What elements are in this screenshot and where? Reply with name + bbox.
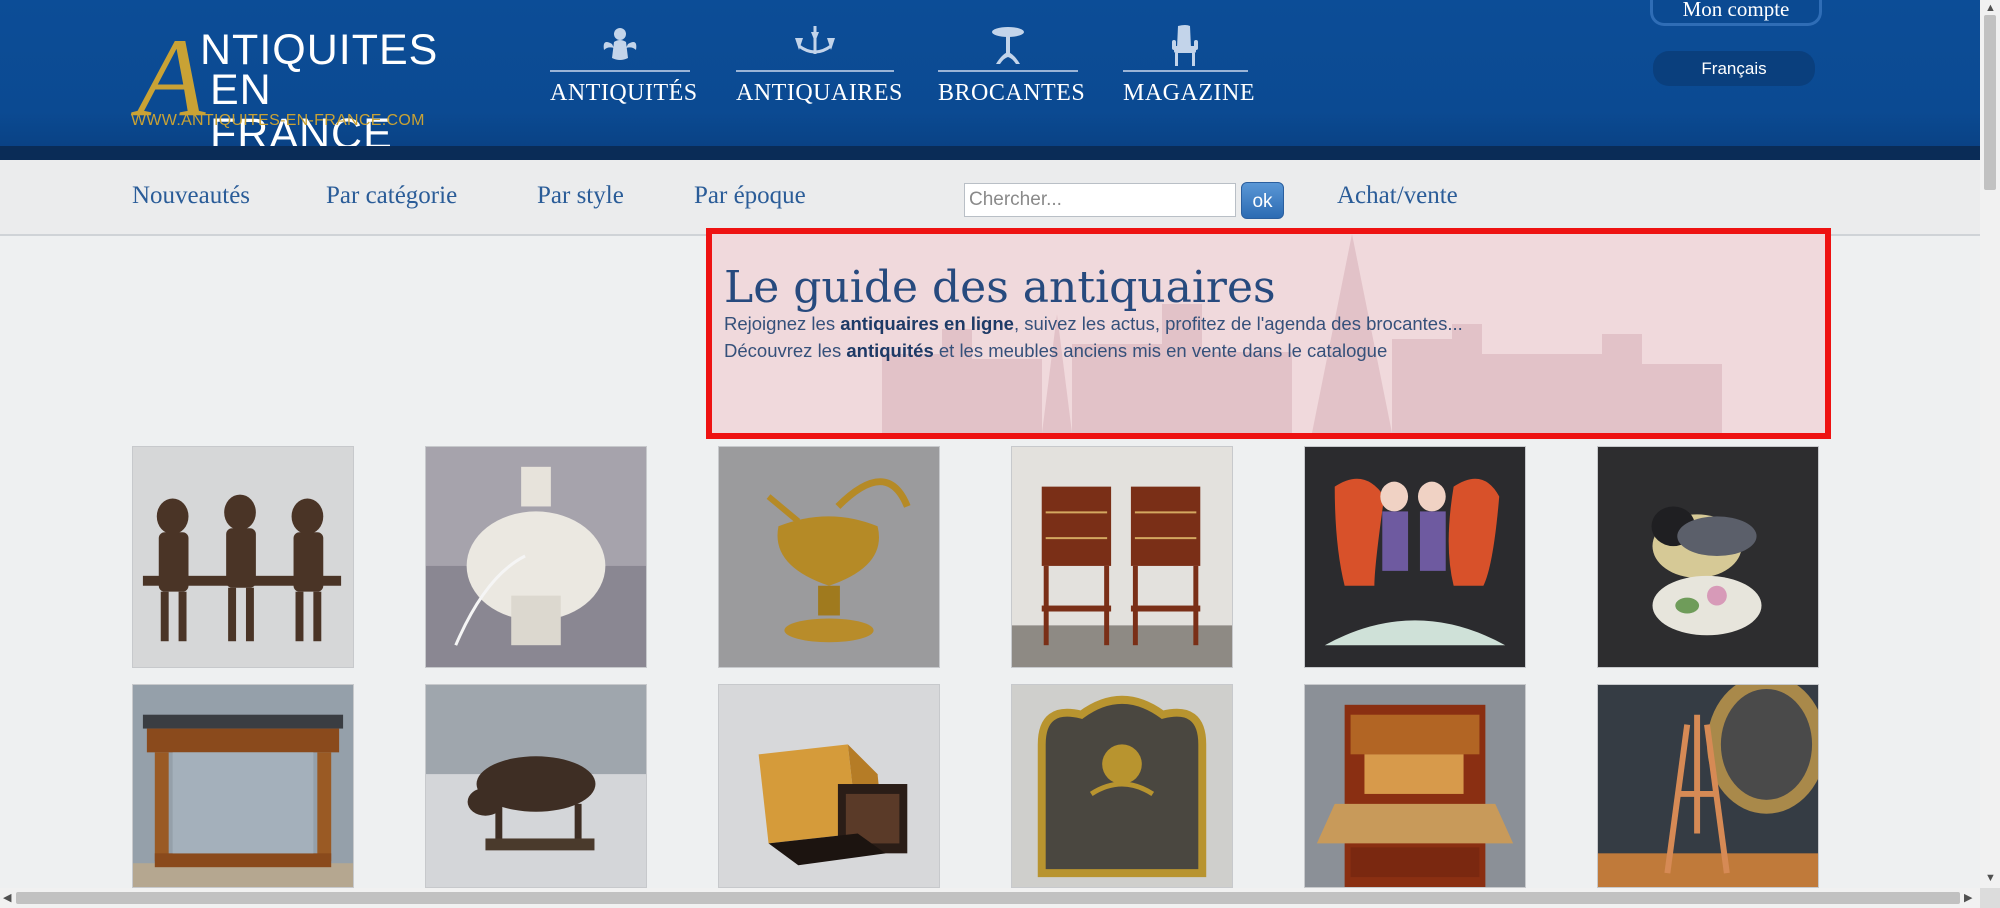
- scroll-left-icon[interactable]: ◀: [3, 892, 11, 904]
- product-thumb-nightstands[interactable]: [1011, 446, 1233, 668]
- product-thumb-gilt-ewer[interactable]: [718, 446, 940, 668]
- guide-line-1: Rejoignez les antiquaires en ligne, suiv…: [724, 313, 1463, 334]
- nav-divider: [550, 70, 690, 72]
- product-thumb-secretary-desk[interactable]: [1304, 684, 1526, 888]
- product-thumb-fire-screen[interactable]: [1011, 684, 1233, 888]
- nav-magazine[interactable]: MAGAZINE: [1123, 20, 1255, 110]
- link-par-epoque[interactable]: Par époque: [694, 182, 806, 210]
- cherub-icon: [598, 24, 642, 68]
- search-submit-button[interactable]: ok: [1241, 182, 1284, 219]
- account-button[interactable]: Mon compte: [1650, 0, 1822, 26]
- link-antiquaires-en-ligne[interactable]: antiquaires en ligne: [840, 313, 1014, 334]
- link-nouveautes[interactable]: Nouveautés: [132, 182, 250, 210]
- scrollbar-corner: [1980, 888, 2000, 908]
- gueridon-table-icon: [986, 24, 1030, 68]
- guide-banner: Le guide des antiquaires Rejoignez les a…: [706, 228, 1831, 439]
- horizontal-scroll-thumb[interactable]: [16, 892, 1960, 904]
- nav-label: MAGAZINE: [1123, 80, 1255, 106]
- nav-antiquaires[interactable]: ANTIQUAIRES: [736, 20, 903, 110]
- product-thumb-bronze-figures[interactable]: [132, 446, 354, 668]
- nav-divider: [1123, 70, 1248, 72]
- link-achat-vente[interactable]: Achat/vente: [1337, 182, 1458, 210]
- site-header: A NTIQUITES EN FRANCE WWW.ANTIQUITES-EN-…: [0, 0, 1980, 160]
- nav-brocantes[interactable]: BROCANTES: [938, 20, 1086, 110]
- link-antiquites[interactable]: antiquités: [846, 340, 933, 361]
- product-thumb-wooden-boxes[interactable]: [718, 684, 940, 888]
- vertical-scroll-thumb[interactable]: [1984, 15, 1996, 190]
- product-thumb-porcelain-bird[interactable]: [1597, 446, 1819, 668]
- nav-antiquites[interactable]: ANTIQUITÉS: [550, 20, 698, 110]
- nav-label: ANTIQUITÉS: [550, 80, 698, 106]
- guide-line-2: Découvrez les antiquités et les meubles …: [724, 340, 1388, 361]
- product-thumb-bronze-bull[interactable]: [425, 684, 647, 888]
- link-par-style[interactable]: Par style: [537, 182, 624, 210]
- search-input[interactable]: [964, 183, 1236, 217]
- site-logo[interactable]: A NTIQUITES EN FRANCE WWW.ANTIQUITES-EN-…: [131, 22, 437, 156]
- armchair-icon: [1164, 24, 1208, 68]
- product-thumb-wooden-easel[interactable]: [1597, 684, 1819, 888]
- nav-divider: [736, 70, 894, 72]
- product-thumb-console-table[interactable]: [132, 684, 354, 888]
- product-thumb-porcelain-vases[interactable]: [1304, 446, 1526, 668]
- account-label: Mon compte: [1682, 0, 1790, 21]
- scroll-right-icon[interactable]: ▶: [1964, 892, 1972, 904]
- horizontal-scrollbar[interactable]: ◀ ▶: [0, 888, 1980, 908]
- product-thumb-ceramic-lamp[interactable]: [425, 446, 647, 668]
- guide-title: Le guide des antiquaires: [724, 262, 1276, 313]
- scroll-down-icon[interactable]: ▼: [1985, 872, 1996, 884]
- link-par-categorie[interactable]: Par catégorie: [326, 182, 457, 210]
- logo-url: WWW.ANTIQUITES-EN-FRANCE.COM: [131, 112, 425, 129]
- nav-label: BROCANTES: [938, 80, 1086, 106]
- chandelier-icon: [793, 24, 837, 68]
- vertical-scrollbar[interactable]: ▲ ▼: [1980, 0, 2000, 888]
- scroll-up-icon[interactable]: ▲: [1985, 2, 1996, 14]
- language-selector[interactable]: Français: [1653, 51, 1815, 86]
- nav-label: ANTIQUAIRES: [736, 80, 903, 106]
- nav-divider: [938, 70, 1078, 72]
